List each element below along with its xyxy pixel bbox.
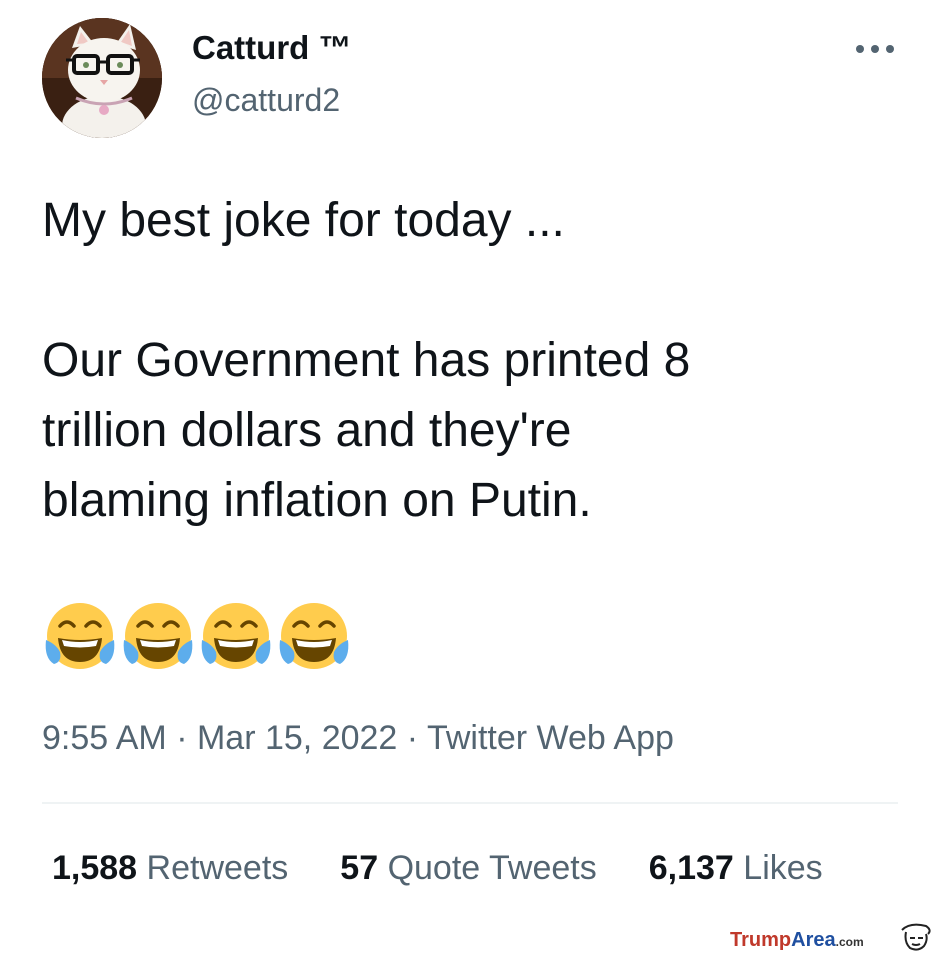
quote-tweets-count: 57	[340, 849, 379, 887]
face-with-tears-of-joy-icon	[123, 603, 193, 669]
likes-count: 6,137	[648, 849, 734, 887]
more-dots-icon	[856, 45, 894, 53]
tweet-text: My best joke for today ... Our Governmen…	[42, 186, 892, 536]
tweet-paragraph-2: Our Government has printed 8 trillion do…	[42, 334, 691, 527]
watermark-part-2: Area	[791, 929, 836, 951]
face-with-tears-of-joy-icon	[201, 603, 271, 669]
retweets-stat[interactable]: 1,588 Retweets	[52, 846, 288, 890]
watermark-face-icon	[901, 923, 931, 951]
tweet-paragraph-1: My best joke for today ...	[42, 194, 565, 247]
divider	[42, 802, 898, 804]
tweet-source[interactable]: Twitter Web App	[427, 719, 674, 757]
user-handle[interactable]: @catturd2	[192, 80, 340, 120]
quote-tweets-stat[interactable]: 57 Quote Tweets	[340, 846, 596, 890]
retweets-count: 1,588	[52, 849, 138, 887]
tweet-meta: 9:55 AM · Mar 15, 2022 · Twitter Web App	[42, 716, 674, 760]
likes-stat[interactable]: 6,137 Likes	[649, 846, 823, 890]
cat-avatar-image	[42, 18, 162, 138]
tweet-time[interactable]: 9:55 AM	[42, 719, 167, 757]
tweet-date[interactable]: Mar 15, 2022	[197, 719, 397, 757]
likes-label: Likes	[743, 849, 823, 887]
quote-tweets-label: Quote Tweets	[387, 849, 597, 887]
watermark-text: TrumpArea.com	[730, 928, 864, 954]
display-name[interactable]: Catturd ™	[192, 28, 352, 68]
watermark-part-1: Trump	[730, 929, 792, 951]
meta-separator: ·	[406, 719, 419, 757]
avatar[interactable]	[42, 18, 162, 138]
face-with-tears-of-joy-icon	[45, 603, 115, 669]
meta-separator: ·	[176, 719, 188, 757]
tweet-stats: 1,588 Retweets 57 Quote Tweets 6,137 Lik…	[52, 846, 823, 890]
retweets-label: Retweets	[146, 849, 289, 887]
emoji-row	[42, 600, 352, 676]
watermark-part-3: .com	[835, 935, 864, 949]
face-with-tears-of-joy-icon	[279, 603, 349, 669]
more-options-button[interactable]	[852, 34, 898, 64]
